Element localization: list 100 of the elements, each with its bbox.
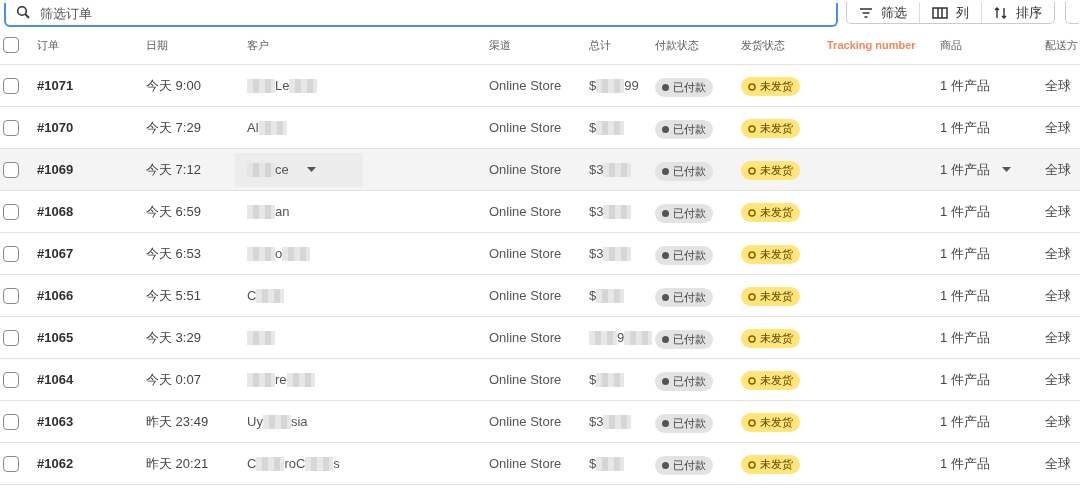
ring-icon <box>748 418 756 427</box>
redaction-blur <box>247 204 275 219</box>
dot-icon <box>662 251 669 259</box>
item-count[interactable]: 1 件产品 <box>940 285 990 306</box>
redaction-blur <box>247 372 275 387</box>
order-number[interactable]: #1066 <box>37 285 146 306</box>
shipping-zone: 全球 <box>1045 118 1072 137</box>
item-count[interactable]: 1 件产品 <box>940 453 990 474</box>
ring-icon <box>748 124 756 133</box>
ring-icon <box>748 292 756 301</box>
redaction-blur <box>603 246 632 261</box>
dot-icon <box>662 293 669 301</box>
row-checkbox[interactable] <box>3 287 19 304</box>
redaction-blur <box>256 456 285 471</box>
payment-status-badge: 已付款 <box>655 329 713 349</box>
customer-name: Uy <box>247 412 263 431</box>
item-count[interactable]: 1 件产品 <box>940 75 990 96</box>
dot-icon <box>662 419 669 427</box>
item-count[interactable]: 1 件产品 <box>940 117 990 138</box>
item-count[interactable]: 1 件产品 <box>940 201 990 222</box>
order-date: 今天 5:51 <box>146 286 202 305</box>
column-header: Tracking number <box>827 37 917 53</box>
dot-icon <box>662 167 669 175</box>
order-number[interactable]: #1065 <box>37 327 146 348</box>
fulfillment-status-badge: 未发货 <box>741 161 800 180</box>
sales-channel: Online Store <box>489 328 563 347</box>
row-checkbox[interactable] <box>3 329 19 346</box>
select-all-checkbox[interactable] <box>3 37 19 53</box>
order-date: 昨天 20:21 <box>146 454 210 473</box>
columns-button[interactable]: 列 <box>919 2 981 23</box>
fulfillment-status-badge: 未发货 <box>741 287 800 306</box>
order-number[interactable]: #1062 <box>37 453 146 474</box>
redaction-blur <box>247 78 275 93</box>
ring-icon <box>748 166 756 175</box>
redaction-blur <box>256 288 285 303</box>
dot-icon <box>662 377 669 385</box>
redaction-blur <box>282 246 311 261</box>
payment-status-badge: 已付款 <box>655 371 713 391</box>
customer-name: Al <box>247 118 259 137</box>
sales-channel: Online Store <box>489 286 563 305</box>
row-checkbox[interactable] <box>3 119 19 136</box>
payment-status-badge: 已付款 <box>655 77 713 97</box>
ring-icon <box>748 82 756 91</box>
order-total: 99 <box>624 76 639 95</box>
customer-name: ce <box>275 160 289 179</box>
shipping-zone: 全球 <box>1045 76 1072 95</box>
sort-button[interactable]: 排序 <box>981 2 1054 23</box>
column-header: 商品 <box>940 37 963 53</box>
customer-name: an <box>275 202 290 221</box>
column-header: 订单 <box>37 37 60 53</box>
ring-icon <box>748 334 756 343</box>
column-header: 配送方 <box>1045 37 1079 53</box>
order-number[interactable]: #1067 <box>37 243 146 264</box>
order-total: $ <box>589 286 597 305</box>
sales-channel: Online Store <box>489 76 563 95</box>
order-number[interactable]: #1071 <box>37 75 146 96</box>
filter-button[interactable]: 筛选 <box>847 2 919 23</box>
filter-icon <box>859 6 873 19</box>
row-checkbox[interactable] <box>3 413 19 430</box>
item-count[interactable]: 1 件产品 <box>940 411 990 432</box>
item-count[interactable]: 1 件产品 <box>940 369 990 390</box>
row-checkbox[interactable] <box>3 245 19 262</box>
sales-channel: Online Store <box>489 412 563 431</box>
column-header: 付款状态 <box>655 37 700 53</box>
redaction-blur <box>247 330 275 345</box>
row-checkbox[interactable] <box>3 77 19 94</box>
customer-name: s <box>333 454 340 473</box>
table-row[interactable]: #1069 今天 7:12 ce Online Store $3 已付款 未发货 1 件产品 全球 <box>0 149 1080 191</box>
shipping-zone: 全球 <box>1045 244 1072 263</box>
order-number[interactable]: #1063 <box>37 411 146 432</box>
item-count[interactable]: 1 件产品 <box>940 243 990 264</box>
redaction-blur <box>596 456 625 471</box>
item-count[interactable]: 1 件产品 <box>940 159 990 180</box>
row-checkbox[interactable] <box>3 161 19 178</box>
redaction-blur <box>603 414 632 429</box>
dot-icon <box>662 125 669 133</box>
sales-channel: Online Store <box>489 370 563 389</box>
order-date: 今天 7:12 <box>146 160 202 179</box>
row-checkbox[interactable] <box>3 455 19 472</box>
sales-channel: Online Store <box>489 118 563 137</box>
order-number[interactable]: #1069 <box>37 159 146 180</box>
redaction-blur <box>596 120 625 135</box>
dot-icon <box>662 461 669 469</box>
redaction-blur <box>596 372 625 387</box>
search-field[interactable]: 筛选订单 <box>4 2 838 27</box>
column-header: 总计 <box>589 37 612 53</box>
shipping-zone: 全球 <box>1045 412 1072 431</box>
order-number[interactable]: #1064 <box>37 369 146 390</box>
row-checkbox[interactable] <box>3 203 19 220</box>
order-number[interactable]: #1068 <box>37 201 146 222</box>
shipping-zone: 全球 <box>1045 160 1072 179</box>
order-number[interactable]: #1070 <box>37 117 146 138</box>
order-date: 今天 6:59 <box>146 202 202 221</box>
row-checkbox[interactable] <box>3 371 19 388</box>
caret-icon <box>306 166 316 173</box>
sales-channel: Online Store <box>489 202 563 221</box>
item-count[interactable]: 1 件产品 <box>940 327 990 348</box>
redaction-blur <box>603 204 632 219</box>
redaction-blur <box>247 246 275 261</box>
customer-name: Le <box>275 76 290 95</box>
